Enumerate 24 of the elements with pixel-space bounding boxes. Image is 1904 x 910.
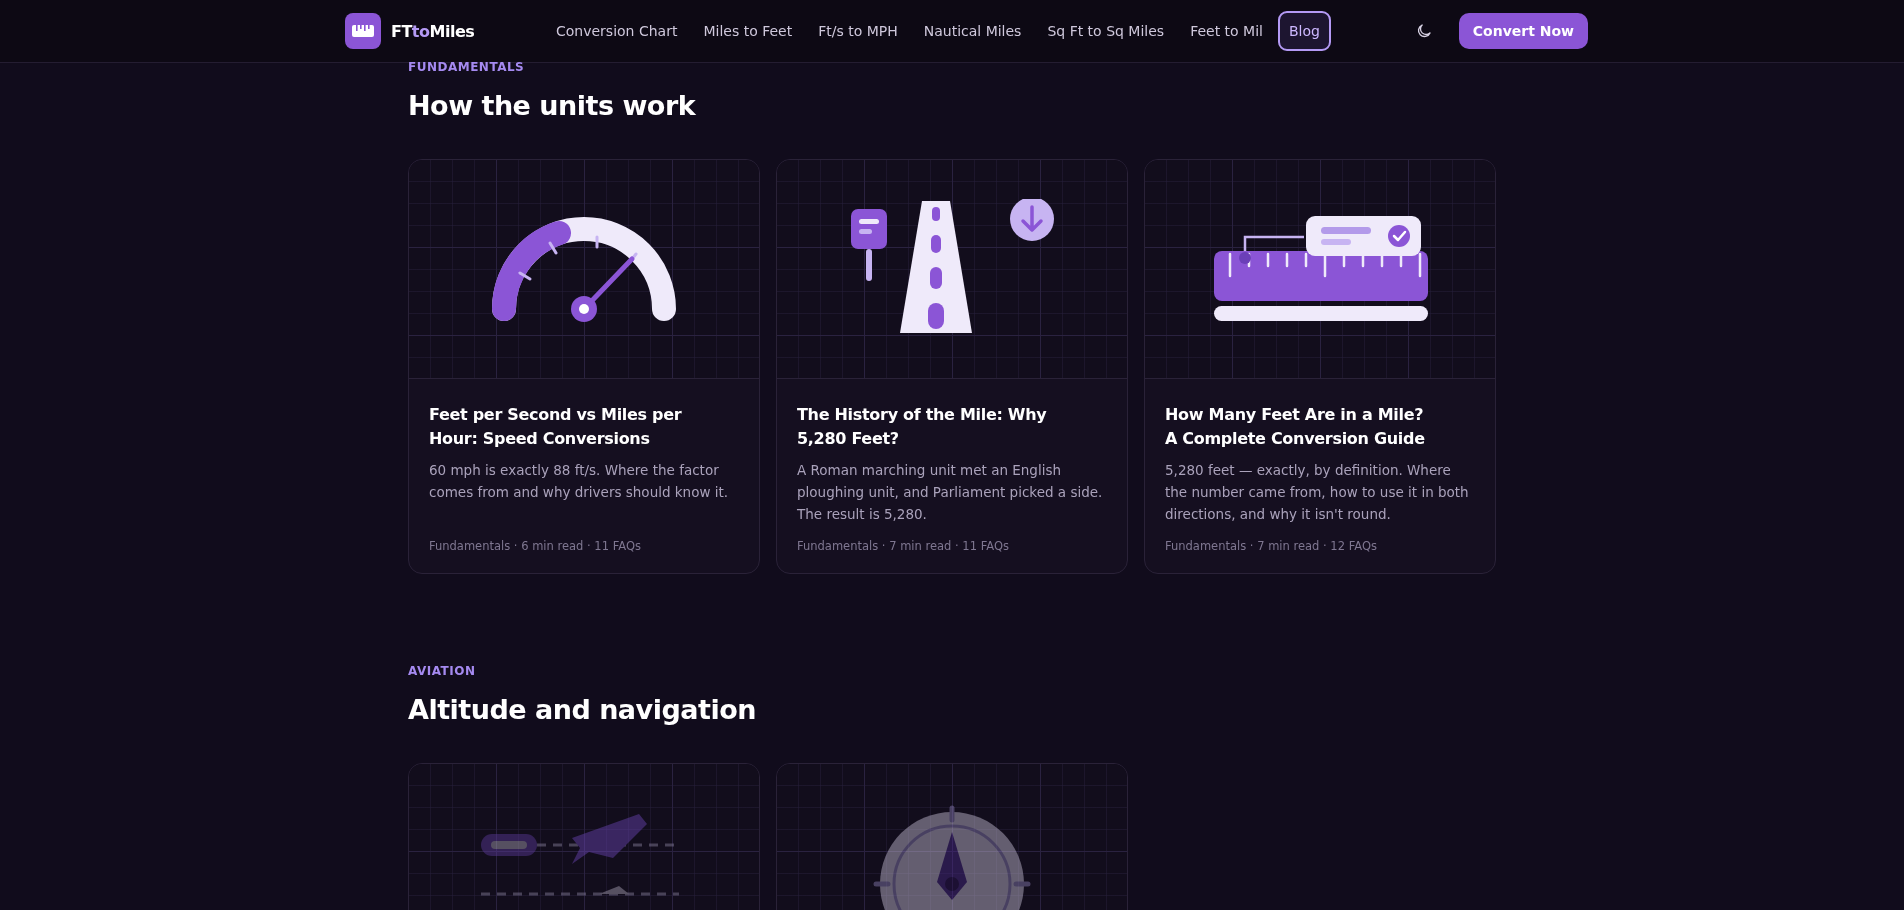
article-title[interactable]: Feet per Second vs Miles per Hour: Speed Conversions — [429, 403, 704, 451]
nav-link[interactable]: Sq Ft to Sq Miles — [1036, 11, 1176, 51]
article-meta: Fundamentals · 7 min read · 12 FAQs — [1165, 538, 1378, 553]
article-card[interactable]: Feet per Second vs Miles per Hour: Speed Conversions 60 mph is exactly 88 ft/s. Where the factor comes from and why drivers should know it. Fundamentals · 6 min read · 11 FAQs — [408, 159, 760, 574]
article-title[interactable]: How Many Feet Are in a Mile? A Complete Conversion Guide — [1165, 403, 1440, 451]
nav-link[interactable]: Feet to Mil — [1179, 11, 1274, 51]
nav-link[interactable]: Miles to Feet — [692, 11, 804, 51]
nav-link[interactable]: Ft/s to MPH — [807, 11, 909, 51]
nav-link[interactable]: Blog — [1277, 11, 1331, 51]
section-eyebrow: AVIATION — [408, 664, 477, 678]
section-heading: How the units work — [408, 90, 697, 121]
nav-link[interactable]: Conversion Chart — [545, 11, 689, 51]
section-heading: Altitude and navigation — [408, 694, 757, 725]
convert-now-button[interactable]: Convert Now — [1458, 13, 1588, 49]
article-title[interactable]: The History of the Mile: Why 5,280 Feet? — [797, 403, 1072, 451]
article-meta: Fundamentals · 6 min read · 11 FAQs — [429, 538, 642, 553]
article-summary: 5,280 feet — exactly, by definition. Where the number came from, how to use it in both directions, and why it isn't round. — [1165, 461, 1470, 524]
article-summary: 60 mph is exactly 88 ft/s. Where the factor comes from and why drivers should know it. — [429, 461, 730, 502]
article-summary: A Roman marching unit met an English ploughing unit, and Parliament picked a side. The result is 5,280. — [797, 461, 1104, 524]
nav-link[interactable]: Nautical Miles — [912, 11, 1033, 51]
article-meta: Fundamentals · 7 min read · 11 FAQs — [797, 538, 1010, 553]
article-card[interactable]: The History of the Mile: Why 5,280 Feet? A Roman marching unit met an English ploughing unit, and Parliament picked a side. The result is 5,280. Fundamentals · 7 min read · 11 FAQs — [776, 159, 1128, 574]
section-eyebrow: FUNDAMENTALS — [408, 60, 526, 74]
brand-name[interactable]: FTtoMiles — [391, 21, 475, 41]
